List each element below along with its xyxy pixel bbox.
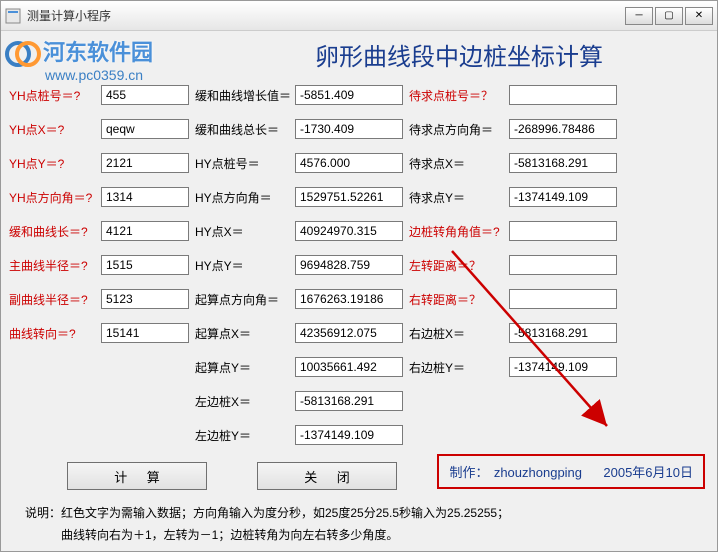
label-curve-turn: 曲线转向＝? (7, 316, 97, 350)
author-date: 2005年6月10日 (603, 465, 693, 480)
label-target-y: 待求点Y＝ (407, 180, 505, 214)
input-side-turn[interactable] (509, 221, 617, 241)
author-box: 制作： zhouzhongping 2005年6月10日 (437, 454, 705, 489)
input-left-dist[interactable] (509, 255, 617, 275)
output-start-azimuth[interactable] (295, 289, 403, 309)
app-window: 测量计算小程序 ─ ▢ ✕ 河东软件园 www.pc0359.cn 卵形曲线段中… (0, 0, 718, 552)
output-target-y[interactable] (509, 187, 617, 207)
label-hy-stake-no: HY点桩号＝ (193, 146, 291, 180)
label-right-stake-x: 右边桩X＝ (407, 316, 505, 350)
output-start-y[interactable] (295, 357, 403, 377)
content-area: 河东软件园 www.pc0359.cn 卵形曲线段中边桩坐标计算 YH点桩号＝?… (1, 31, 717, 551)
author-name: zhouzhongping (494, 465, 582, 480)
minimize-button[interactable]: ─ (625, 7, 653, 25)
label-yh-y: YH点Y＝? (7, 146, 97, 180)
note-line-2: 曲线转向右为＋1，左转为－1；边桩转角为向左右转多少角度。 (25, 524, 711, 546)
instructions: 说明：红色文字为需输入数据；方向角输入为度分秒，如25度25分25.5秒输入为2… (25, 502, 711, 546)
output-hy-x[interactable] (295, 221, 403, 241)
input-column-2 (295, 78, 403, 452)
output-spiral-inc[interactable] (295, 85, 403, 105)
label-start-x: 起算点X＝ (193, 316, 291, 350)
label-hy-x: HY点X＝ (193, 214, 291, 248)
label-column-3: 待求点桩号＝？ 待求点方向角＝ 待求点X＝ 待求点Y＝ 边桩转角角值＝? 左转距… (407, 78, 505, 452)
input-yh-x[interactable] (101, 119, 189, 139)
app-icon (5, 8, 21, 24)
output-right-stake-x[interactable] (509, 323, 617, 343)
input-target-stake[interactable] (509, 85, 617, 105)
input-yh-azimuth[interactable] (101, 187, 189, 207)
watermark-logo-icon (5, 33, 41, 69)
input-column-1 (101, 78, 189, 452)
input-column-3 (509, 78, 617, 452)
label-yh-x: YH点X＝? (7, 112, 97, 146)
output-start-x[interactable] (295, 323, 403, 343)
output-hy-azimuth[interactable] (295, 187, 403, 207)
input-right-dist[interactable] (509, 289, 617, 309)
label-side-turn: 边桩转角角值＝? (407, 214, 505, 248)
label-target-x: 待求点X＝ (407, 146, 505, 180)
label-right-dist: 右转距离＝？ (407, 282, 505, 316)
label-spiral-len: 缓和曲线长＝? (7, 214, 97, 248)
label-left-stake-x: 左边桩X＝ (193, 384, 291, 418)
label-yh-stake-no: YH点桩号＝? (7, 78, 97, 112)
calculate-button[interactable]: 计 算 (67, 462, 207, 490)
label-sub-radius: 副曲线半径＝? (7, 282, 97, 316)
label-left-dist: 左转距离＝？ (407, 248, 505, 282)
input-main-radius[interactable] (101, 255, 189, 275)
label-hy-azimuth: HY点方向角＝ (193, 180, 291, 214)
output-target-azimuth[interactable] (509, 119, 617, 139)
label-left-stake-y: 左边桩Y＝ (193, 418, 291, 452)
output-left-stake-y[interactable] (295, 425, 403, 445)
label-start-azimuth: 起算点方向角＝ (193, 282, 291, 316)
output-spiral-total[interactable] (295, 119, 403, 139)
output-right-stake-y[interactable] (509, 357, 617, 377)
label-target-azimuth: 待求点方向角＝ (407, 112, 505, 146)
watermark-url: www.pc0359.cn (45, 67, 153, 83)
label-column-2: 缓和曲线增长值＝ 缓和曲线总长＝ HY点桩号＝ HY点方向角＝ HY点X＝ HY… (193, 78, 291, 452)
label-start-y: 起算点Y＝ (193, 350, 291, 384)
watermark-site-name: 河东软件园 (43, 35, 153, 67)
note-line-1: 说明：红色文字为需输入数据；方向角输入为度分秒，如25度25分25.5秒输入为2… (25, 502, 711, 524)
output-hy-stake-no[interactable] (295, 153, 403, 173)
window-title: 测量计算小程序 (27, 7, 625, 24)
output-hy-y[interactable] (295, 255, 403, 275)
label-spiral-total: 缓和曲线总长＝ (193, 112, 291, 146)
input-yh-y[interactable] (101, 153, 189, 173)
form-area: YH点桩号＝? YH点X＝? YH点Y＝? YH点方向角＝? 缓和曲线长＝? 主… (7, 78, 711, 452)
label-column-1: YH点桩号＝? YH点X＝? YH点Y＝? YH点方向角＝? 缓和曲线长＝? 主… (7, 78, 97, 452)
page-title: 卵形曲线段中边桩坐标计算 (207, 37, 711, 72)
output-left-stake-x[interactable] (295, 391, 403, 411)
output-target-x[interactable] (509, 153, 617, 173)
input-spiral-len[interactable] (101, 221, 189, 241)
window-controls: ─ ▢ ✕ (625, 7, 713, 25)
author-label: 制作： (449, 465, 488, 480)
input-curve-turn[interactable] (101, 323, 189, 343)
label-main-radius: 主曲线半径＝? (7, 248, 97, 282)
label-hy-y: HY点Y＝ (193, 248, 291, 282)
input-yh-stake-no[interactable] (101, 85, 189, 105)
watermark: 河东软件园 www.pc0359.cn (5, 33, 153, 83)
label-right-stake-y: 右边桩Y＝ (407, 350, 505, 384)
close-form-button[interactable]: 关 闭 (257, 462, 397, 490)
label-spiral-inc: 缓和曲线增长值＝ (193, 78, 291, 112)
input-sub-radius[interactable] (101, 289, 189, 309)
maximize-button[interactable]: ▢ (655, 7, 683, 25)
label-target-stake: 待求点桩号＝？ (407, 78, 505, 112)
close-button[interactable]: ✕ (685, 7, 713, 25)
titlebar: 测量计算小程序 ─ ▢ ✕ (1, 1, 717, 31)
label-yh-azimuth: YH点方向角＝? (7, 180, 97, 214)
